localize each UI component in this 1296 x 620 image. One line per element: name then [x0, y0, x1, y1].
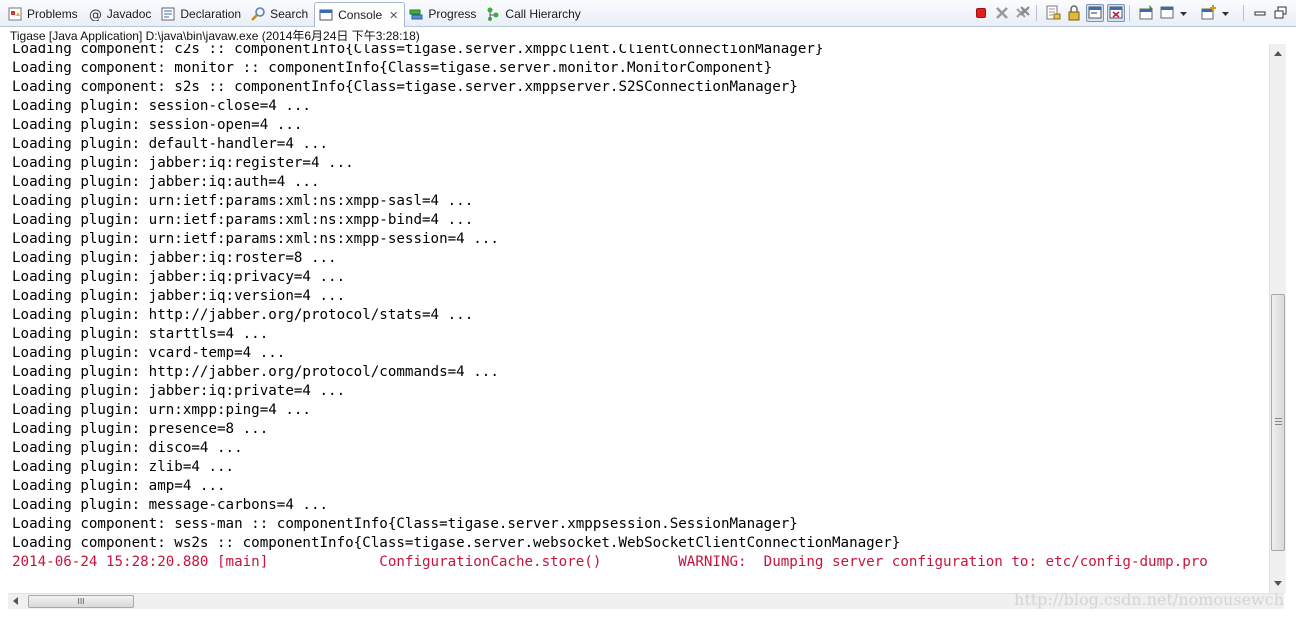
view-tabs: Problems @ Javadoc Declaration Search Console…: [4, 2, 587, 27]
console-line: Loading component: c2s :: componentInfo{…: [12, 44, 824, 57]
vertical-scrollbar[interactable]: [1269, 44, 1286, 593]
console-line: Loading plugin: urn:ietf:params:xml:ns:x…: [12, 212, 474, 228]
console-toolbar-buttons: [969, 4, 1290, 22]
show-on-stderr-icon[interactable]: [1107, 4, 1125, 22]
console-line: Loading component: ws2s :: componentInfo…: [12, 535, 901, 551]
tab-label: Search: [270, 7, 309, 21]
open-console-icon[interactable]: [1200, 4, 1218, 22]
scroll-grip: III: [77, 597, 85, 606]
call-hierarchy-icon: [486, 7, 500, 21]
vertical-scroll-thumb[interactable]: [1271, 294, 1285, 551]
svg-text:@: @: [89, 8, 102, 21]
tab-label: Declaration: [180, 7, 242, 21]
declaration-icon: [161, 7, 175, 21]
toolbar-separator: [1243, 5, 1244, 21]
console-line: Loading component: s2s :: componentInfo{…: [12, 79, 798, 95]
console-line: Loading plugin: jabber:iq:roster=8 ...: [12, 250, 337, 266]
console-line: Loading component: monitor :: componentI…: [12, 60, 773, 76]
view-toolbar: Problems @ Javadoc Declaration Search Console…: [0, 0, 1296, 27]
console-line: Loading plugin: disco=4 ...: [12, 440, 243, 456]
tab-javadoc[interactable]: @ Javadoc: [84, 3, 158, 25]
scroll-up-arrow-icon[interactable]: [1274, 51, 1282, 56]
console-line: Loading plugin: session-close=4 ...: [12, 98, 311, 114]
tab-label: Problems: [27, 7, 78, 21]
console-line: Loading plugin: presence=8 ...: [12, 421, 269, 437]
pin-console-icon[interactable]: [1137, 4, 1155, 22]
toolbar-separator: [1036, 5, 1037, 21]
clear-console-icon[interactable]: [1044, 4, 1062, 22]
at-icon: @: [88, 7, 102, 23]
console-line: Loading plugin: default-handler=4 ...: [12, 136, 329, 152]
scroll-down-arrow-icon[interactable]: [1274, 581, 1282, 586]
close-tab-icon[interactable]: ✕: [389, 9, 398, 22]
console-line: Loading plugin: http://jabber.org/protoc…: [12, 307, 474, 323]
tab-console[interactable]: Console ✕: [314, 2, 406, 27]
console-line: Loading plugin: starttls=4 ...: [12, 326, 269, 342]
console-line: Loading plugin: jabber:iq:version=4 ...: [12, 288, 346, 304]
tab-label: Console: [338, 8, 383, 22]
scroll-lock-icon[interactable]: [1065, 4, 1083, 22]
remove-all-terminated-icon[interactable]: [1014, 4, 1032, 22]
terminate-icon[interactable]: [972, 4, 990, 22]
console-warning-line: 2014-06-24 15:28:20.880 [main] Configura…: [12, 554, 1208, 570]
open-console-dropdown-icon[interactable]: [1221, 4, 1239, 22]
minimize-icon[interactable]: [1251, 4, 1269, 22]
maximize-icon[interactable]: [1272, 4, 1290, 22]
console-line: Loading plugin: urn:xmpp:ping=4 ...: [12, 402, 311, 418]
console-line: Loading plugin: amp=4 ...: [12, 478, 226, 494]
toolbar-separator: [1129, 5, 1130, 21]
console-line: Loading plugin: vcard-temp=4 ...: [12, 345, 286, 361]
tab-progress[interactable]: Progress: [405, 3, 482, 25]
console-line: Loading component: sess-man :: component…: [12, 516, 798, 532]
console-line: Loading plugin: jabber:iq:register=4 ...: [12, 155, 354, 171]
console-line: Loading plugin: zlib=4 ...: [12, 459, 235, 475]
tab-label: Javadoc: [106, 7, 152, 21]
display-selected-console-icon[interactable]: [1158, 4, 1176, 22]
console-line: Loading plugin: message-carbons=4 ...: [12, 497, 329, 513]
console-line: Loading plugin: jabber:iq:privacy=4 ...: [12, 269, 346, 285]
console-line: Loading plugin: http://jabber.org/protoc…: [12, 364, 499, 380]
search-icon: [251, 7, 265, 21]
console-line: Loading plugin: session-open=4 ...: [12, 117, 303, 133]
watermark: http://blog.csdn.net/nomousewch: [1014, 590, 1284, 609]
tab-search[interactable]: Search: [247, 3, 314, 25]
process-label: Tigase [Java Application] D:\java\bin\ja…: [10, 29, 420, 43]
tab-label: Progress: [428, 7, 477, 21]
show-on-stdout-icon[interactable]: [1086, 4, 1104, 22]
console-line: Loading plugin: urn:ietf:params:xml:ns:x…: [12, 193, 474, 209]
tab-problems[interactable]: Problems: [4, 3, 84, 25]
horizontal-scroll-thumb[interactable]: III: [28, 595, 134, 608]
remove-launch-icon[interactable]: [993, 4, 1011, 22]
tab-call-hierarchy[interactable]: Call Hierarchy: [482, 3, 586, 25]
tab-label: Call Hierarchy: [505, 7, 581, 21]
display-selected-console-dropdown-icon[interactable]: [1179, 4, 1197, 22]
tab-declaration[interactable]: Declaration: [157, 3, 247, 25]
console-output[interactable]: Loading component: c2s :: componentInfo{…: [4, 44, 1268, 592]
scroll-left-arrow-icon[interactable]: [13, 597, 18, 605]
console-line: Loading plugin: jabber:iq:private=4 ...: [12, 383, 346, 399]
console-icon: [319, 8, 333, 22]
console-line: Loading plugin: urn:ietf:params:xml:ns:x…: [12, 231, 499, 247]
console-line: Loading plugin: jabber:iq:auth=4 ...: [12, 174, 320, 190]
progress-icon: [409, 7, 423, 21]
problems-icon: [8, 7, 22, 21]
